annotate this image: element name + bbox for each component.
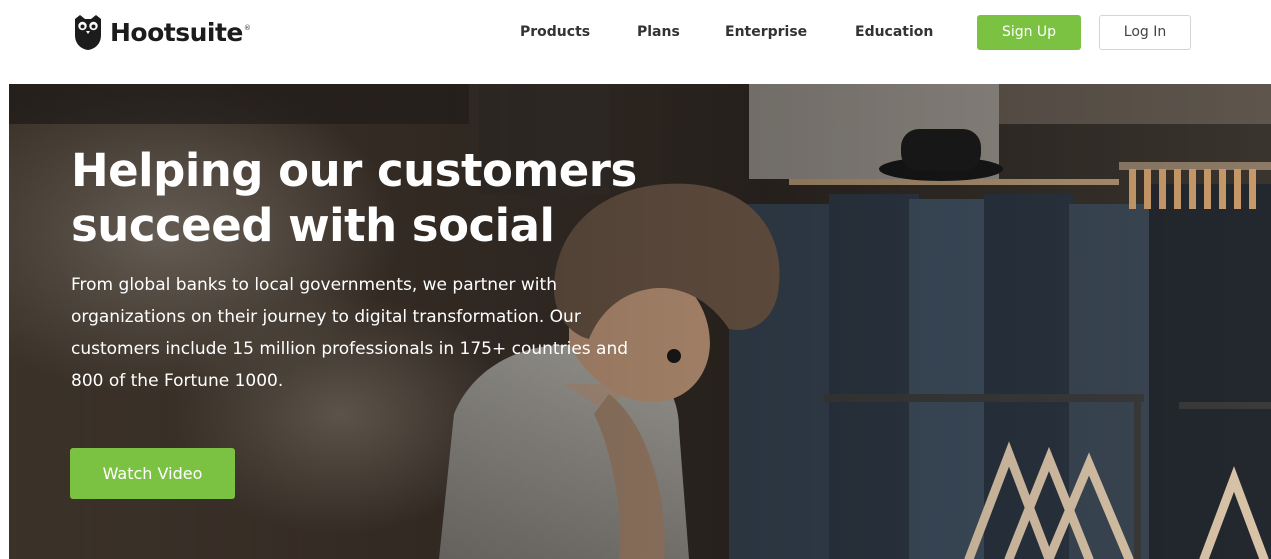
- nav-item-education[interactable]: Education: [855, 14, 933, 50]
- nav-item-products[interactable]: Products: [520, 14, 590, 50]
- hero-title-line-2: succeed with social: [71, 198, 555, 252]
- nav-item-enterprise[interactable]: Enterprise: [725, 14, 807, 50]
- nav-item-plans[interactable]: Plans: [637, 14, 680, 50]
- site-header: Hootsuite ® Products Plans Enterprise Ed…: [0, 0, 1271, 84]
- logo-text: Hootsuite: [110, 17, 243, 47]
- watch-video-button[interactable]: Watch Video: [70, 448, 235, 499]
- hero-section: Helping our customers succeed with socia…: [9, 84, 1271, 559]
- hero-description: From global banks to local governments, …: [71, 269, 751, 397]
- owl-icon: [75, 15, 101, 50]
- sign-up-button[interactable]: Sign Up: [977, 15, 1081, 50]
- hero-description-line-4: 800 of the Fortune 1000.: [71, 371, 284, 391]
- hero-title-line-1: Helping our customers: [71, 144, 637, 197]
- hero-description-line-3: customers include 15 million professiona…: [71, 339, 629, 359]
- log-in-button[interactable]: Log In: [1099, 15, 1191, 50]
- hero-description-line-1: From global banks to local governments, …: [71, 275, 557, 295]
- page: Hootsuite ® Products Plans Enterprise Ed…: [0, 0, 1271, 559]
- hootsuite-logo[interactable]: Hootsuite ®: [73, 12, 251, 52]
- hero-description-line-2: organizations on their journey to digita…: [71, 307, 581, 327]
- hero-title: Helping our customers succeed with socia…: [71, 144, 771, 254]
- registered-mark: ®: [243, 24, 251, 32]
